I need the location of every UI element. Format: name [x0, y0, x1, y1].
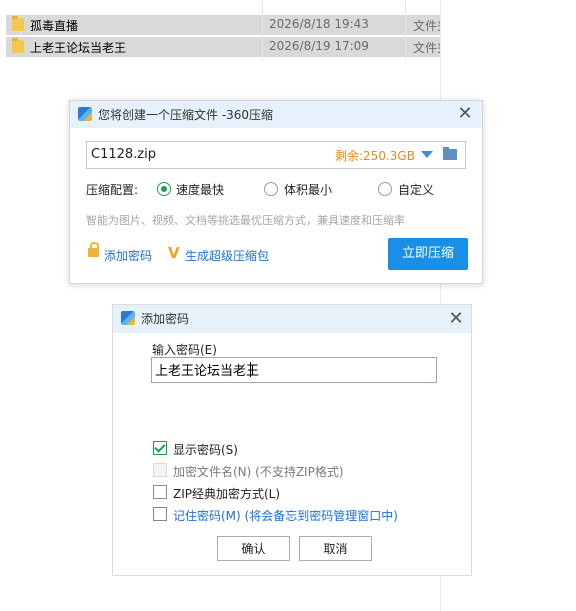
- browse-folder-icon[interactable]: [443, 147, 457, 160]
- file-type: 文件夹: [413, 19, 440, 33]
- compress-dialog-titlebar[interactable]: 您将创建一个压缩文件 -360压缩 ✕: [70, 101, 482, 128]
- file-name: 孤毒直播: [30, 19, 79, 33]
- file-name: 上老王论坛当老王: [30, 41, 127, 55]
- chevron-down-icon[interactable]: [421, 151, 433, 158]
- add-password-link[interactable]: 添加密码: [104, 247, 152, 264]
- folder-icon: [12, 16, 24, 31]
- password-dialog-titlebar[interactable]: 添加密码 ✕: [113, 305, 471, 333]
- lock-icon: [88, 242, 99, 257]
- file-type: 文件夹: [413, 41, 440, 55]
- cancel-button[interactable]: 取消: [299, 536, 372, 561]
- folder-icon: [12, 38, 24, 53]
- archive-name-field[interactable]: 剩余:250.3GB: [86, 141, 466, 169]
- show-password-checkbox[interactable]: [153, 441, 167, 455]
- zip-classic-encryption-label[interactable]: ZIP经典加密方式(L): [173, 485, 280, 502]
- compress-hint-text: 智能为图片、视频、文档等挑选最优压缩方式，兼具速度和压缩率: [86, 214, 405, 227]
- encrypt-filename-checkbox: [153, 463, 167, 477]
- radio-size-smallest-label[interactable]: 体积最小: [284, 181, 332, 198]
- password-input[interactable]: [155, 361, 425, 378]
- password-field[interactable]: [151, 357, 437, 383]
- file-row[interactable]: 孤毒直播 2026/8/18 19:43 文件夹: [6, 15, 440, 35]
- file-date: 2026/8/18 19:43: [269, 17, 369, 31]
- 360zip-app-icon: [121, 311, 135, 325]
- encrypt-filename-label: 加密文件名(N) (不支持ZIP格式): [173, 465, 344, 479]
- password-input-label: 输入密码(E): [152, 343, 217, 357]
- show-password-label[interactable]: 显示密码(S): [173, 441, 238, 458]
- free-space-label: 剩余:250.3GB: [335, 149, 415, 163]
- column-divider: [262, 0, 263, 60]
- zip-classic-encryption-checkbox[interactable]: [153, 485, 167, 499]
- compress-config-label: 压缩配置:: [86, 183, 139, 197]
- 360zip-app-icon: [78, 107, 92, 121]
- compress-now-button[interactable]: 立即压缩: [388, 238, 468, 270]
- column-divider: [405, 0, 406, 60]
- radio-custom-label[interactable]: 自定义: [398, 181, 434, 198]
- text-caret: [250, 362, 251, 377]
- compress-dialog: 您将创建一个压缩文件 -360压缩 ✕ 剩余:250.3GB 压缩配置: 速度最…: [69, 100, 483, 284]
- file-list: 孤毒直播 2026/8/18 19:43 文件夹 上老王论坛当老王 2026/8…: [0, 0, 440, 60]
- radio-size-smallest[interactable]: [264, 182, 278, 196]
- remember-password-checkbox[interactable]: [153, 507, 167, 521]
- radio-speed-fastest-label[interactable]: 速度最快: [176, 181, 224, 198]
- radio-custom[interactable]: [378, 182, 392, 196]
- remember-password-label[interactable]: 记住密码(M) (将会备忘到密码管理窗口中): [173, 507, 398, 524]
- vip-v-icon: V: [168, 244, 180, 262]
- archive-name-input[interactable]: [91, 145, 291, 163]
- compress-dialog-title: 您将创建一个压缩文件 -360压缩: [98, 108, 274, 122]
- password-dialog-title: 添加密码: [141, 312, 190, 326]
- file-row[interactable]: 上老王论坛当老王 2026/8/19 17:09 文件夹: [6, 37, 440, 57]
- super-pack-link[interactable]: 生成超级压缩包: [185, 247, 269, 264]
- password-dialog: 添加密码 ✕ 输入密码(E) 显示密码(S) 加密文件名(N) (不支持ZIP格…: [112, 304, 472, 576]
- password-dialog-close-icon[interactable]: ✕: [447, 310, 465, 328]
- radio-speed-fastest[interactable]: [157, 182, 171, 196]
- ok-button[interactable]: 确认: [217, 536, 290, 561]
- file-date: 2026/8/19 17:09: [269, 39, 369, 53]
- compress-dialog-close-icon[interactable]: ✕: [456, 105, 474, 123]
